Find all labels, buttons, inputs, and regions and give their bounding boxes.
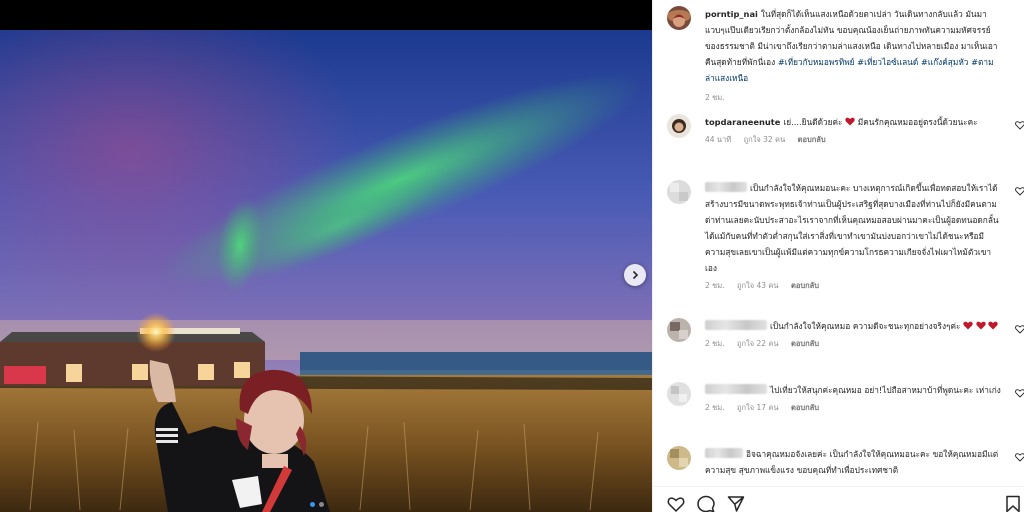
comment-text: ไปเที่ยวให้สนุกค่ะคุณหมอ อย่า!ไปถือสาหมา… — [770, 385, 1001, 395]
comment-icon[interactable] — [697, 495, 715, 512]
comment-meta: 2 ชม. ถูกใจ 43 คน ตอบกลับ — [705, 280, 1001, 292]
carousel-indicator — [310, 502, 324, 507]
carousel-dot-active — [310, 502, 315, 507]
author-avatar[interactable] — [667, 6, 691, 30]
commenter-avatar[interactable] — [667, 382, 691, 406]
comment-likes[interactable]: ถูกใจ 43 คน — [737, 281, 779, 290]
commenter-username[interactable] — [705, 182, 747, 192]
carousel-dot — [319, 502, 324, 507]
reply-button[interactable]: ตอบกลับ — [798, 135, 826, 144]
commenter-username[interactable] — [705, 384, 767, 394]
comment-meta: 2 ชม. ถูกใจ 22 คน ตอบกลับ — [705, 338, 1001, 350]
reply-button[interactable]: ตอบกลับ — [791, 403, 819, 412]
commenter-username[interactable]: topdaraneenute — [705, 117, 780, 127]
comment-time: 2 ชม. — [705, 281, 725, 290]
comment-text-continued: มีคนรักคุณหมออยู่ตรงนี้ด้วยนะคะ — [857, 117, 978, 127]
heart-icon[interactable] — [1015, 186, 1024, 196]
comment-meta: 2 ชม. ถูกใจ 17 คน ตอบกลับ — [705, 402, 1001, 414]
chevron-right-icon — [632, 270, 639, 280]
bookmark-icon[interactable] — [1005, 495, 1021, 512]
next-photo-button[interactable] — [624, 264, 646, 286]
share-icon[interactable] — [727, 495, 745, 512]
comment-time: 2 ชม. — [705, 339, 725, 348]
post-action-bar — [653, 486, 1024, 512]
comment-time: 2 ชม. — [705, 403, 725, 412]
instagram-post-viewer: porntip_nai ในที่สุดก็ได้เห็นแสงเหนือด้วย… — [0, 0, 1024, 512]
comments-panel: porntip_nai ในที่สุดก็ได้เห็นแสงเหนือด้วย… — [652, 0, 1024, 512]
heart-icon[interactable] — [667, 495, 685, 512]
commenter-avatar[interactable] — [667, 114, 691, 138]
red-hearts-emoji — [963, 321, 999, 331]
comment-time: 44 นาที — [705, 135, 732, 144]
heart-icon[interactable] — [1015, 388, 1024, 398]
comment-likes[interactable]: ถูกใจ 22 คน — [737, 339, 779, 348]
comment-text: เย่....ยินดีด้วยค่ะ — [783, 117, 843, 127]
caption-time: 2 ชม. — [705, 93, 725, 102]
commenter-username[interactable] — [705, 320, 767, 330]
commenter-avatar[interactable] — [667, 180, 691, 204]
post-media[interactable] — [0, 0, 652, 512]
author-username[interactable]: porntip_nai — [705, 9, 758, 19]
heart-icon[interactable] — [1015, 452, 1024, 462]
commenter-username[interactable] — [705, 448, 743, 458]
aurora-photo — [0, 30, 652, 512]
red-heart-emoji — [845, 117, 855, 126]
caption-meta: 2 ชม. — [705, 92, 1001, 104]
comment-text: เป็นกำลังใจให้คุณหมอนะคะ บางเหตุการณ์เกิ… — [705, 183, 999, 273]
comment-list: porntip_nai ในที่สุดก็ได้เห็นแสงเหนือด้วย… — [653, 0, 1024, 486]
heart-icon[interactable] — [1015, 324, 1024, 334]
heart-icon[interactable] — [1015, 120, 1024, 130]
comment-text: เป็นกำลังใจให้คุณหมอ ความดีจะชนะทุกอย่าง… — [770, 321, 961, 331]
commenter-avatar[interactable] — [667, 318, 691, 342]
commenter-avatar[interactable] — [667, 446, 691, 470]
comment-likes[interactable]: ถูกใจ 32 คน — [744, 135, 786, 144]
reply-button[interactable]: ตอบกลับ — [791, 281, 819, 290]
comment-text: อิจฉาคุณหมอจังเลยค่ะ เป็นกำลังใจให้คุณหม… — [705, 449, 999, 475]
reply-button[interactable]: ตอบกลับ — [791, 339, 819, 348]
comment-meta: 44 นาที ถูกใจ 32 คน ตอบกลับ — [705, 134, 1001, 146]
comment-likes[interactable]: ถูกใจ 17 คน — [737, 403, 779, 412]
